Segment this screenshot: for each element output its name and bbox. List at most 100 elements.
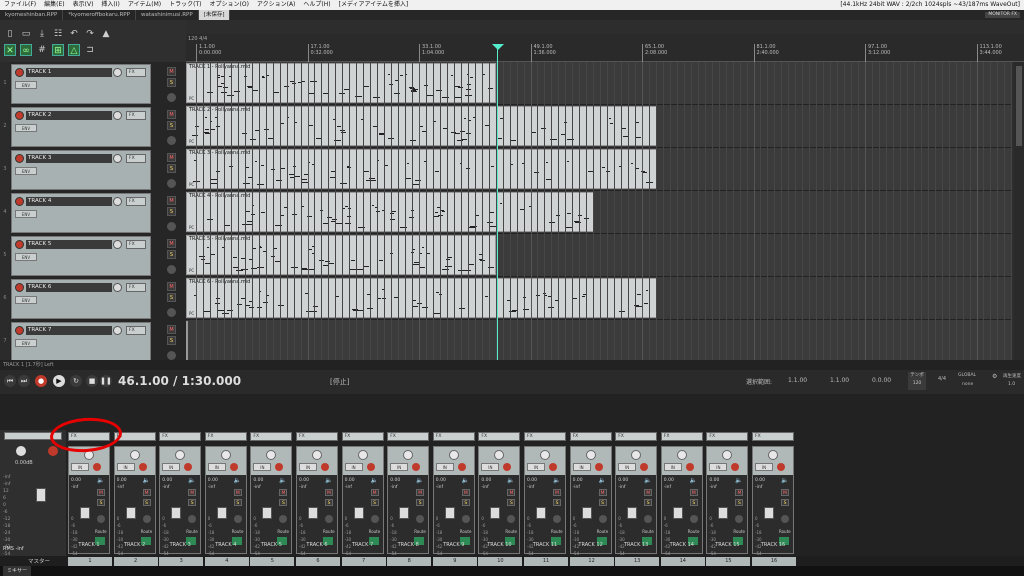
mute-button[interactable]: M [598,489,607,496]
track-panel[interactable]: TRACK 4 FX ENV [11,193,151,233]
solo-button[interactable]: S [167,336,176,345]
envelope-button[interactable]: ENV [15,296,37,304]
mute-button[interactable]: M [142,489,151,496]
track-name[interactable]: TRACK 5 [26,240,112,249]
solo-button[interactable]: S [167,121,176,130]
record-arm-button[interactable] [366,463,375,471]
envelope-button[interactable]: ENV [15,210,37,218]
phase-icon[interactable] [97,515,105,523]
envelope-button[interactable]: ENV [15,124,37,132]
pan-knob[interactable] [540,450,550,460]
record-arm-button[interactable] [15,283,24,292]
pan-knob[interactable] [494,450,505,460]
record-arm-button[interactable] [93,463,101,471]
mute-button[interactable]: M [167,239,176,248]
record-arm-button[interactable] [731,463,740,471]
mute-button[interactable]: M [553,489,561,496]
tab-project-1[interactable]: kyomeshinban.RPP [0,10,64,20]
fx-button[interactable]: FX [126,111,146,120]
input-button[interactable]: IN [344,463,363,471]
input-button[interactable]: IN [572,463,591,471]
open-project-icon[interactable]: ▭ [20,28,32,40]
strip-fx-button[interactable]: FX [660,432,703,441]
solo-button[interactable]: S [188,499,197,506]
metronome-icon[interactable]: ▲ [100,28,112,40]
volume-fader[interactable] [490,507,501,519]
pan-knob[interactable] [676,450,687,460]
pan-knob[interactable] [312,450,322,460]
volume-knob[interactable] [113,240,122,249]
volume-knob[interactable] [113,197,122,206]
ruler-marker[interactable]: 65.1.00 2:08.000 [642,44,667,62]
ruler-marker[interactable]: 97.1.00 3:12.000 [865,44,890,62]
tempo-box[interactable]: テンポ 120 [908,372,926,390]
mute-button[interactable]: M [167,153,176,162]
record-arm-button[interactable] [457,463,466,471]
scrollbar-thumb[interactable] [1016,66,1022,146]
record-arm-button[interactable] [15,68,24,77]
track-panel[interactable]: TRACK 6 FX ENV [11,279,151,319]
mute-button[interactable]: M [735,489,744,496]
selection-length[interactable]: 0.0.00 [872,377,891,384]
phase-icon[interactable] [507,515,516,523]
route-button[interactable]: Route [688,529,700,534]
phase-icon[interactable] [167,351,176,360]
volume-knob[interactable] [113,68,122,77]
input-button[interactable]: IN [390,463,409,471]
volume-fader[interactable] [627,507,638,519]
track-panel[interactable]: TRACK 3 FX ENV [11,150,151,190]
volume-fader[interactable] [216,507,227,519]
phase-icon[interactable] [553,515,561,523]
menu-item[interactable]: アイテム(M) [124,0,165,10]
phase-icon[interactable] [461,515,470,523]
solo-button[interactable]: S [167,293,176,302]
automation-none[interactable]: none [962,382,973,387]
selection-start[interactable]: 1.1.00 [788,377,807,384]
fx-button[interactable]: FX [126,197,146,206]
phase-icon[interactable] [598,515,607,523]
menu-insert[interactable]: 挿入(I) [97,0,123,10]
pan-knob[interactable] [175,450,186,460]
menu-actions[interactable]: アクション(A) [253,0,300,10]
fx-button[interactable]: FX [126,326,146,335]
record-arm-button[interactable] [184,463,193,471]
strip-fx-button[interactable]: FX [341,432,384,441]
track-name[interactable]: TRACK 4 [26,197,112,206]
mute-button[interactable]: M [416,489,425,496]
solo-button[interactable]: S [233,499,242,506]
strip-fx-button[interactable]: FX [296,432,338,441]
route-button[interactable]: Route [232,529,244,534]
volume-fader[interactable] [171,507,182,519]
solo-button[interactable]: S [553,499,561,506]
route-button[interactable]: Route [414,529,426,534]
input-button[interactable]: IN [663,463,682,471]
solo-button[interactable]: S [507,499,516,506]
global-automation[interactable]: GLOBAL [958,373,976,378]
ruler-marker[interactable]: 81.1.00 2:40.000 [753,44,779,62]
mute-button[interactable]: M [167,282,176,291]
pan-knob[interactable] [631,450,642,460]
input-button[interactable]: IN [481,463,500,471]
undo-icon[interactable]: ↶ [68,28,80,40]
record-arm-button[interactable] [15,197,24,206]
envelope-button[interactable]: ENV [15,339,37,347]
mute-button[interactable]: M [167,67,176,76]
pan-knob[interactable] [448,450,459,460]
ruler-marker[interactable]: 17.1.00 0:32.000 [307,44,333,62]
playhead-marker-icon[interactable] [492,44,504,50]
track-name[interactable]: TRACK 1 [26,68,112,77]
fx-button[interactable]: FX [126,154,146,163]
solo-button[interactable]: S [735,499,744,506]
master-mono-button[interactable] [48,446,58,456]
master-fader[interactable] [36,488,46,502]
mute-button[interactable]: M [325,489,333,496]
mute-button[interactable]: M [461,489,470,496]
input-button[interactable]: IN [207,463,226,471]
ruler-marker[interactable]: 33.1.00 1:04.000 [419,44,444,62]
envelope-button[interactable]: ENV [15,81,37,89]
track-name[interactable]: TRACK 6 [26,283,112,292]
route-button[interactable]: Route [642,529,654,534]
solo-button[interactable]: S [644,499,653,506]
record-arm-button[interactable] [15,154,24,163]
envelope-button[interactable]: ENV [15,253,37,261]
